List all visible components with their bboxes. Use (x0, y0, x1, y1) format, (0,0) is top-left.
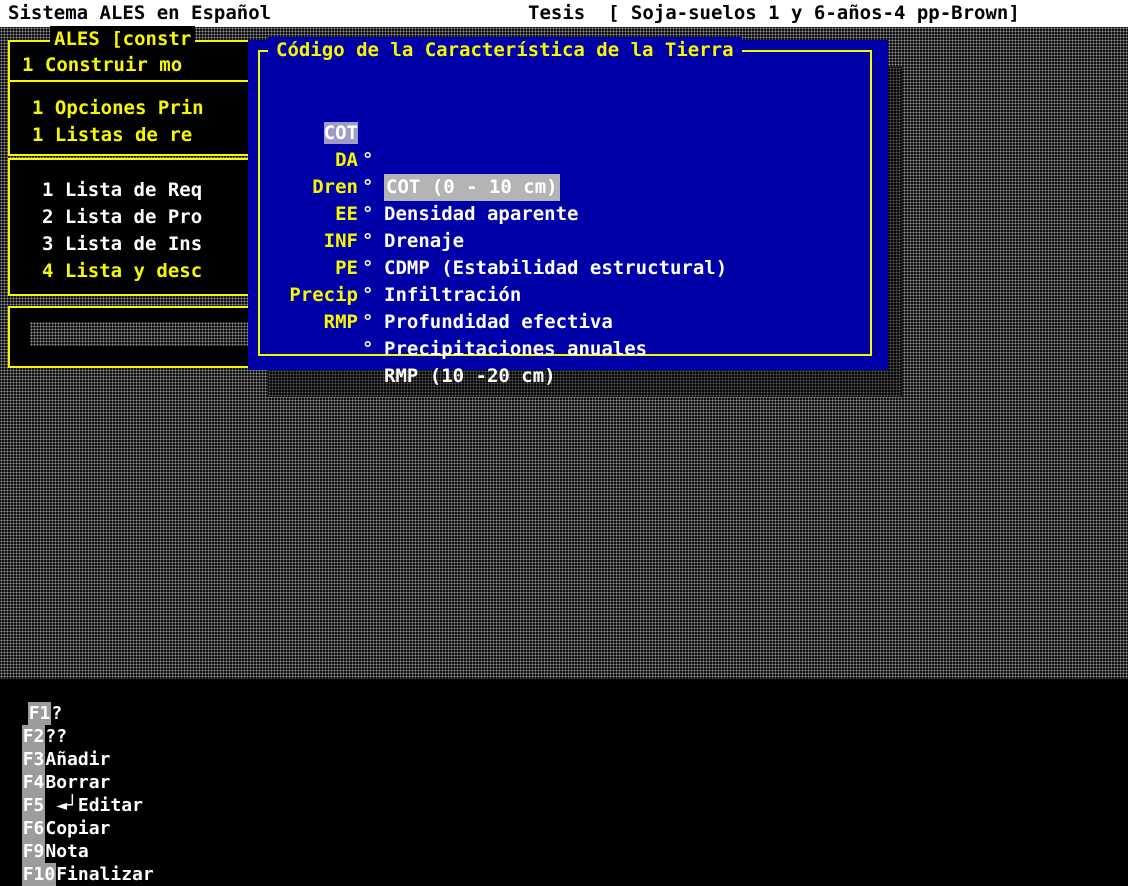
menu-title: ALES [constr (50, 26, 196, 53)
list-item-inf[interactable]: INF ° Infiltración (258, 201, 858, 306)
background-menu-2: 1 Opciones Prin 1 Listas de re (8, 80, 282, 156)
list-item-cot[interactable]: COT ° COT (0 - 10 cm) (258, 93, 858, 201)
list-item[interactable]: 4 Lista y desc (42, 258, 202, 285)
background-menu-1: ALES [constr 1 Construir mo (8, 26, 282, 80)
fkey-f10[interactable]: F10Finalizar (21, 863, 154, 886)
fkey-f3[interactable]: F3Añadir (21, 748, 110, 771)
list-item-precip[interactable]: Precip ° Precipitaciones anuales (258, 255, 858, 360)
fkey-f5[interactable]: F5 ◄┘Editar (21, 794, 143, 817)
menu-item-opciones[interactable]: 1 Opciones Prin (32, 95, 204, 122)
fkey-f9[interactable]: F9Nota (21, 840, 89, 863)
app-title: Sistema ALES en Español (8, 2, 272, 24)
mode-label: Tesis (528, 2, 586, 24)
marker: ° (362, 338, 374, 360)
desc-label: Precipitaciones anuales (384, 338, 648, 360)
fkey-f6[interactable]: F6Copiar (21, 817, 110, 840)
project-label: [ Soja-suelos 1 y 6-años-4 pp-Brown] (608, 2, 1020, 24)
function-key-bar: F1? F2?? F3Añadir F4Borrar F5 ◄┘Editar F… (0, 679, 1128, 886)
background-menu-4 (8, 306, 282, 368)
list-item-dren[interactable]: Dren ° Drenaje (258, 147, 858, 252)
fkey-f1[interactable]: F1? (27, 702, 62, 725)
menu-item-construir[interactable]: 1 Construir mo (22, 52, 182, 79)
list-item[interactable]: 3 Lista de Ins (42, 231, 202, 258)
list-item-da[interactable]: DA ° Densidad aparente (258, 120, 858, 225)
list-item-pe[interactable]: PE ° Profundidad efectiva (258, 228, 858, 333)
land-characteristic-dialog: Código de la Característica de la Tierra… (248, 37, 888, 387)
code-label: RMP (323, 311, 358, 333)
desc-label: RMP (10 -20 cm) (384, 365, 556, 387)
fkey-f2[interactable]: F2?? (21, 725, 67, 748)
list-item-rmp[interactable]: RMP ° RMP (10 -20 cm) (258, 282, 858, 387)
hatched-field (30, 322, 260, 346)
title-bar: Sistema ALES en Español Tesis [ Soja-sue… (0, 0, 1128, 27)
menu-item-listas[interactable]: 1 Listas de re (32, 122, 192, 149)
background-menu-3: 1 Lista de Req 2 Lista de Pro 3 Lista de… (8, 158, 282, 296)
list-item[interactable]: 1 Lista de Req (42, 177, 202, 204)
fkey-f4[interactable]: F4Borrar (21, 771, 110, 794)
dialog-title: Código de la Característica de la Tierra (268, 37, 742, 64)
list-item[interactable]: 2 Lista de Pro (42, 204, 202, 231)
desc-label: Profundidad efectiva (384, 311, 613, 333)
marker: ° (362, 311, 374, 333)
list-item-ee[interactable]: EE ° CDMP (Estabilidad estructural) (258, 174, 858, 279)
